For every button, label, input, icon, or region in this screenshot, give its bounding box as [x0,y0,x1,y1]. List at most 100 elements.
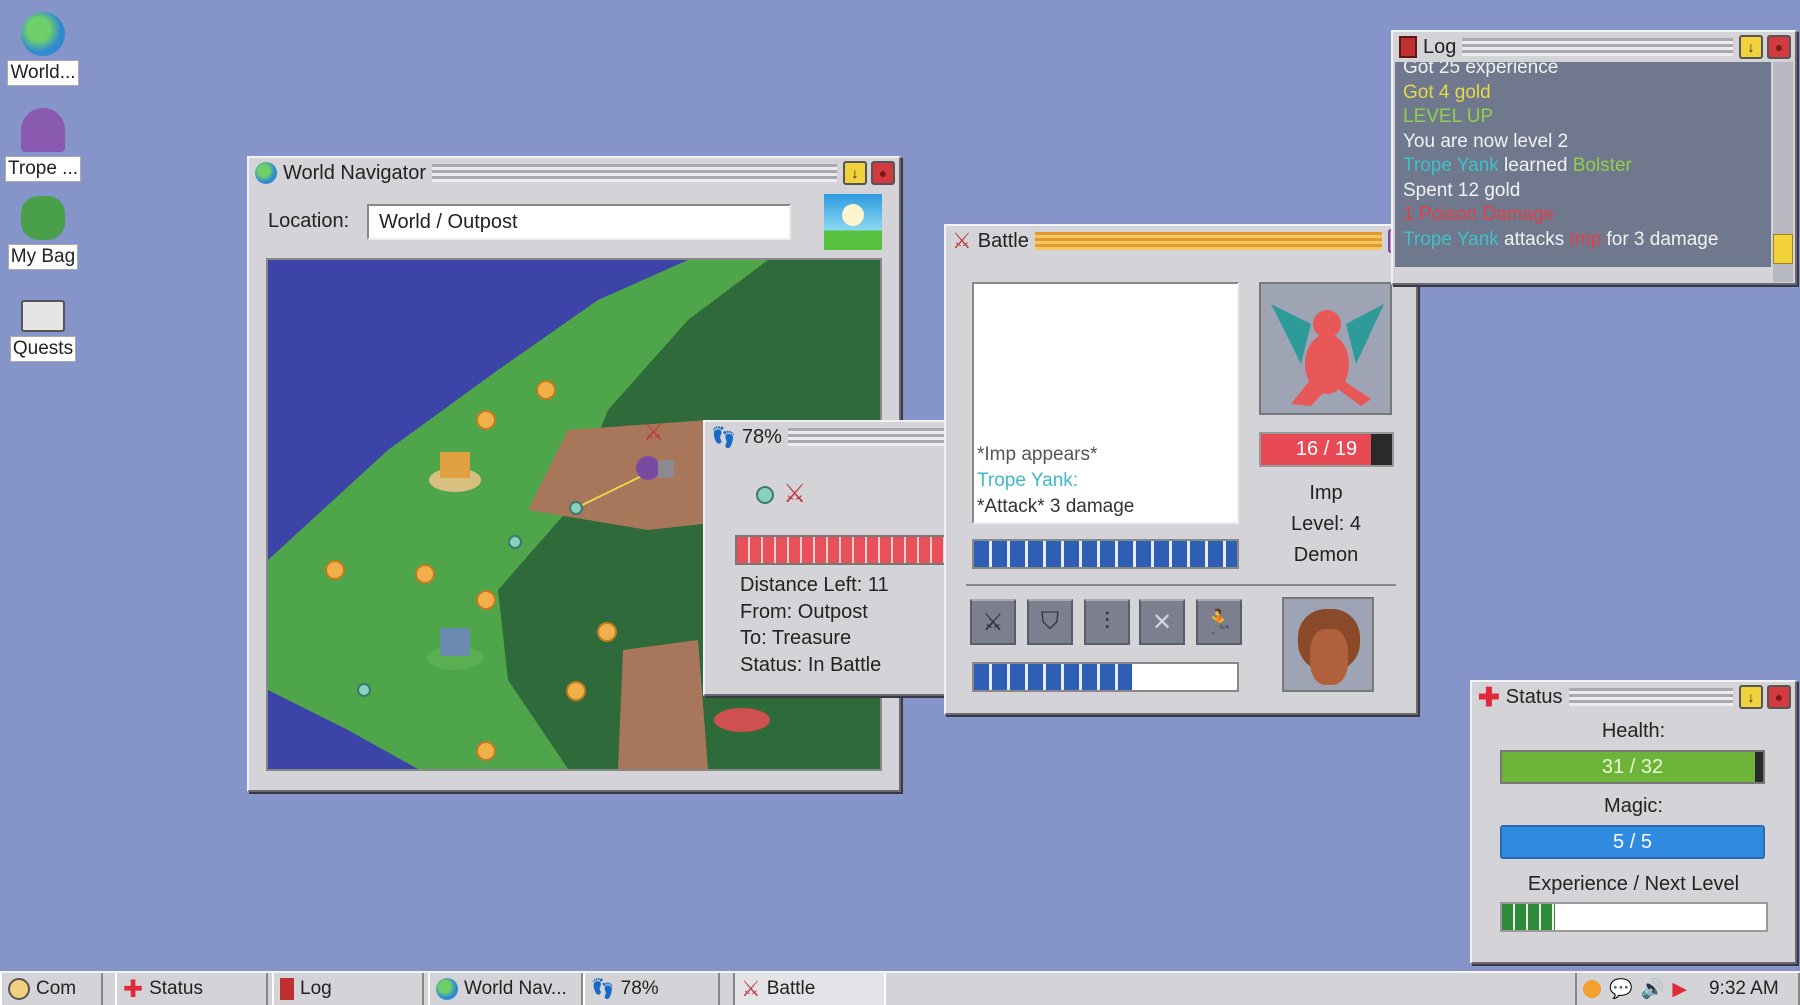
envelope-icon [21,300,65,332]
taskbar-item-world-navigator[interactable]: World Nav... [428,973,583,1005]
close-button[interactable]: ● [871,161,895,185]
play-icon[interactable]: ▶ [1672,978,1687,1001]
desktop-icon-quests[interactable]: Quests [4,292,82,362]
log-content: Got 25 experience Got 4 gold LEVEL UP You a… [1395,62,1771,267]
sliders-icon: ⫶ [1104,608,1110,635]
log-line: Got 25 experience [1403,62,1763,81]
start-button[interactable]: Com [0,973,103,1005]
speech-bubble-icon[interactable]: 💬 [1609,977,1633,1001]
crossed-swords-icon: ⚔ [952,228,972,253]
map-node[interactable] [476,410,496,430]
travel-to: To: Treasure [740,627,852,649]
skull-icon[interactable] [1583,980,1601,998]
close-button[interactable]: ● [1767,685,1791,709]
map-node[interactable] [536,380,556,400]
village-icon[interactable] [714,708,770,732]
map-node-visited[interactable] [357,683,371,697]
magic-bar: 5 / 5 [1500,825,1765,859]
log-line: Trope Yank learned Bolster [1403,154,1763,179]
taskbar-label: Com [36,978,77,999]
battle-log: *Imp appears* Trope Yank: *Attack* 3 damag… [972,282,1239,524]
log-line: Trope Yank attacks Imp for 3 damage [1403,228,1763,253]
map-node[interactable] [476,741,496,761]
title-bar[interactable]: 👣 78% [705,422,946,452]
desktop-icon-label: My Bag [7,244,79,270]
divider [966,584,1396,586]
location-label: Location: [268,210,350,232]
title-stripes [1462,38,1733,56]
red-cross-icon: ✚ [123,975,144,1003]
map-node[interactable] [597,622,617,642]
crossed-swords-icon: ⚔ [741,976,761,1001]
log-line: Got 4 gold [1403,81,1763,106]
map-node-visited[interactable] [508,535,522,549]
taskbar-label: Log [300,978,332,999]
experience-label: Experience / Next Level [1527,873,1740,895]
minimize-button[interactable]: ↓ [1739,35,1763,59]
location-field[interactable]: World / Outpost [367,204,791,240]
title-stripes [787,428,946,446]
travel-from: From: Outpost [740,600,868,623]
enemy-name: Imp [1309,482,1343,504]
battle-crossed-swords-icon: ⚔ [783,478,807,508]
title-bar[interactable]: World Navigator ↓ ● [249,158,899,188]
cancel-button[interactable]: ✕ [1139,599,1185,645]
minimize-button[interactable]: ↓ [843,161,867,185]
log-span: Bolster [1572,155,1632,176]
start-node-icon [756,486,774,504]
close-button[interactable]: ● [1767,35,1791,59]
desktop-icon-world[interactable]: World... [4,12,82,86]
taskbar-item-status[interactable]: ✚ Status [115,973,268,1005]
battle-window: ⚔ Battle i *Imp appears* Trope Yank: *Atta… [944,224,1418,715]
desktop-icon-label: Trope ... [4,156,82,182]
title-bar[interactable]: ✚ Status ↓ ● [1472,682,1795,712]
taskbar [0,971,1800,1005]
window-title: 78% [741,425,782,448]
footsteps-icon: 👣 [591,979,615,1000]
window-title: World Navigator [283,161,427,184]
log-span: Imp [1569,228,1602,250]
battle-log-line: *Attack* 3 damage [977,496,1135,517]
taskbar-label: Status [149,978,203,999]
desktop-icon-trope[interactable]: Trope ... [4,108,82,182]
window-title: Log [1423,35,1457,58]
log-span: Got 4 gold [1403,81,1491,103]
map-node[interactable] [566,681,586,701]
globe-icon [255,162,277,184]
taskbar-item-log[interactable]: Log [272,973,424,1005]
map-node[interactable] [476,590,496,610]
desktop-icon-label: World... [7,60,79,86]
health-label: Health: [1601,720,1666,742]
flee-button[interactable]: 🏃 [1196,599,1242,645]
map-node-visited[interactable] [569,501,583,515]
magic-label: Magic: [1604,795,1663,817]
globe-icon [21,12,65,56]
experience-bar [1500,902,1768,932]
scrollbar-thumb[interactable] [1773,234,1793,264]
bag-icon [21,196,65,240]
log-line: 1 Poison Damage [1403,203,1763,228]
travel-progress-bar [735,535,950,565]
title-stripes [1034,232,1382,250]
taskbar-item-battle[interactable]: ⚔ Battle [733,973,886,1005]
desktop-icon-bag[interactable]: My Bag [4,196,82,270]
map-node[interactable] [325,560,345,580]
speaker-icon[interactable]: 🔊 [1641,977,1665,1001]
map-node[interactable] [415,564,435,584]
attack-button[interactable]: ⚔ [970,599,1016,645]
skills-button[interactable]: ⫶ [1084,599,1130,645]
log-line: You are now level 2 [1403,130,1763,155]
battle-log-line: Trope Yank: [977,470,1079,491]
log-span: for 3 damage [1601,228,1719,250]
health-bar: 31 / 32 [1500,750,1765,784]
clock: 9:32 AM [1708,978,1779,999]
dirt-area [618,640,708,769]
defend-button[interactable]: ⛉ [1027,599,1073,645]
minimize-button[interactable]: ↓ [1739,685,1763,709]
taskbar-item-travel[interactable]: 👣 78% [583,973,720,1005]
travel-window: 👣 78% ⚔ Distance Left: 11 From: Outpost … [703,420,950,696]
title-bar[interactable]: ⚔ Battle i [946,226,1416,256]
log-scrollbar[interactable] [1773,62,1793,282]
book-icon [1399,36,1417,58]
title-bar[interactable]: Log ↓ ● [1393,32,1795,62]
